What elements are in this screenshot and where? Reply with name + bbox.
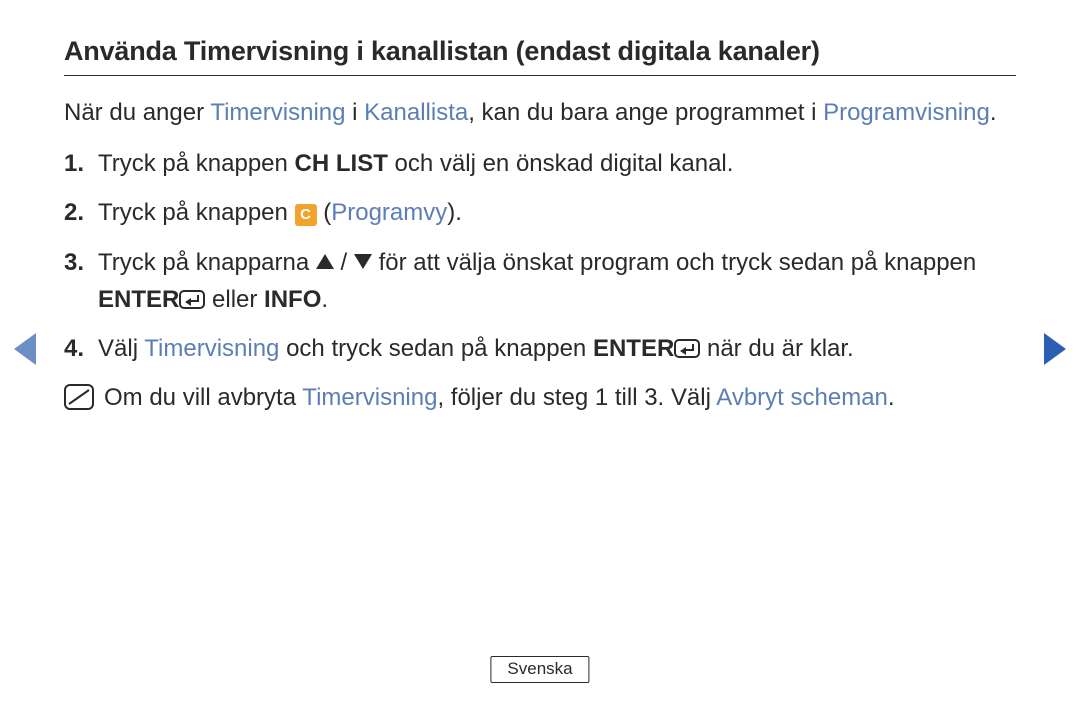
note-row: Om du vill avbryta Timervisning, följer … [64,379,1016,416]
text: eller [205,286,264,313]
step-list: Tryck på knappen CH LIST och välj en öns… [64,145,1016,367]
note-icon [64,384,94,410]
nav-prev-icon[interactable] [14,333,36,365]
note-text: Om du vill avbryta Timervisning, följer … [104,379,895,416]
text: när du är klar. [700,335,853,362]
nav-next-icon[interactable] [1044,333,1066,365]
term-kanallista: Kanallista [364,99,468,126]
text: , kan du bara ange programmet i [468,99,823,126]
enter-icon [179,290,205,309]
text: Tryck på knapparna [98,249,316,276]
down-arrow-icon [354,254,372,269]
term-programvisning: Programvisning [823,99,990,126]
text: Om du vill avbryta [104,384,302,411]
text: . [990,99,997,126]
text: . [888,384,895,411]
step-1: Tryck på knappen CH LIST och välj en öns… [98,145,1016,182]
term-programvy: Programvy [331,199,447,226]
step-4: Välj Timervisning och tryck sedan på kna… [98,330,1016,367]
text: ( [317,199,332,226]
text: i [345,99,364,126]
term-timervisning: Timervisning [144,335,279,362]
text: och tryck sedan på knappen [279,335,593,362]
key-enter: ENTER [98,286,179,313]
page-title: Använda Timervisning i kanallistan (enda… [64,36,1016,76]
c-button-icon: C [295,204,317,226]
term-timervisning: Timervisning [210,99,345,126]
term-timervisning: Timervisning [302,384,437,411]
text: När du anger [64,99,210,126]
step-2: Tryck på knappen C (Programvy). [98,194,1016,231]
key-enter: ENTER [593,335,674,362]
key-chlist: CH LIST [295,150,388,177]
step-3: Tryck på knapparna / för att välja önska… [98,244,1016,318]
intro-paragraph: När du anger Timervisning i Kanallista, … [64,94,1016,131]
text: . [321,286,328,313]
text: , följer du steg 1 till 3. Välj [437,384,716,411]
text: ). [447,199,462,226]
text: / [334,249,354,276]
language-badge: Svenska [490,656,589,683]
up-arrow-icon [316,254,334,269]
key-info: INFO [264,286,321,313]
text: Tryck på knappen [98,199,295,226]
enter-icon [674,339,700,358]
term-avbryt-scheman: Avbryt scheman [716,384,888,411]
text: och välj en önskad digital kanal. [388,150,734,177]
text: Tryck på knappen [98,150,295,177]
text: för att välja önskat program och tryck s… [372,249,976,276]
text: Välj [98,335,144,362]
